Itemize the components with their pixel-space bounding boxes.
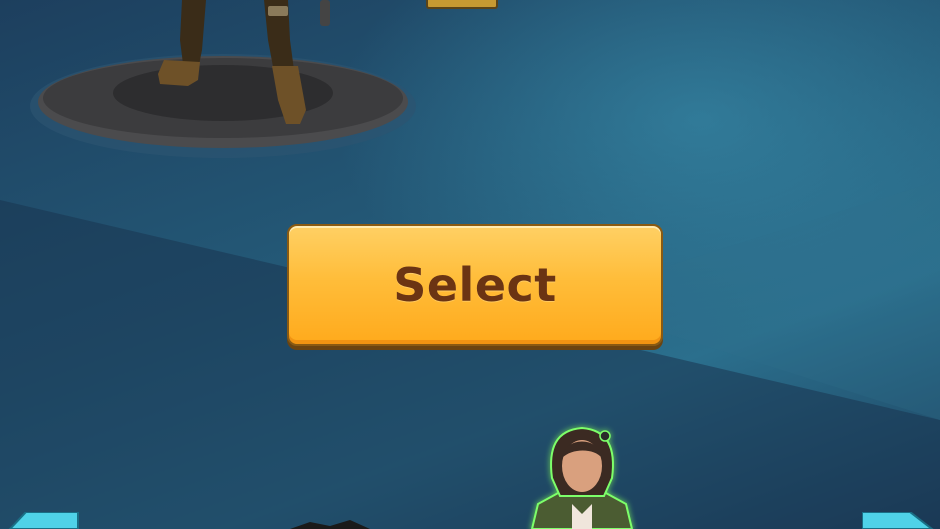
- arrow-right-icon[interactable]: [862, 512, 940, 529]
- character-portrait[interactable]: [512, 418, 652, 529]
- top-badge: [426, 0, 498, 9]
- select-button[interactable]: Select: [287, 224, 663, 346]
- arrow-left-icon[interactable]: [0, 512, 80, 529]
- hero-character-legs: [158, 0, 330, 124]
- bottom-prop: [290, 520, 370, 529]
- select-button-label: Select: [393, 258, 557, 312]
